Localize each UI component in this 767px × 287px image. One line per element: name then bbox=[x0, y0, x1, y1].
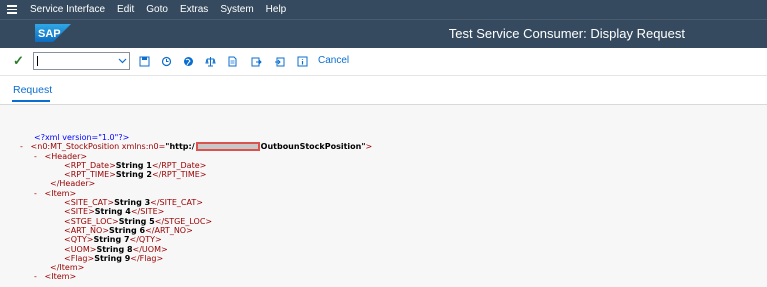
xml-line: <UOM>String 8</UOM> bbox=[20, 245, 372, 254]
tab-request[interactable]: Request bbox=[13, 84, 52, 96]
expand-toggle[interactable]: - bbox=[34, 189, 42, 198]
xml-line: <?xml version="1.0"?> bbox=[20, 133, 372, 142]
sap-logo-icon: SAP bbox=[35, 24, 71, 42]
xml-tag: </SITE_CAT> bbox=[150, 198, 203, 208]
xml-tag: </RPT_TIME> bbox=[151, 170, 207, 180]
xml-tag: </Flag> bbox=[130, 253, 164, 263]
xml-line: </Header> bbox=[20, 179, 372, 188]
xml-tag: <RPT_Date> bbox=[64, 160, 116, 170]
xml-line: <ART_NO>String 6</ART_NO> bbox=[20, 226, 372, 235]
xml-tag: </SITE> bbox=[130, 207, 165, 217]
xml-line: - <Item> bbox=[20, 189, 372, 198]
cancel-button[interactable]: Cancel bbox=[318, 55, 349, 67]
shell-header: SAP Test Service Consumer: Display Reque… bbox=[0, 19, 767, 48]
command-field[interactable] bbox=[33, 52, 130, 70]
xml-line: </Item> bbox=[20, 263, 372, 272]
xml-value: String 3 bbox=[114, 198, 151, 208]
xml-tag: </RPT_Date> bbox=[151, 160, 207, 170]
page-title: Test Service Consumer: Display Request bbox=[448, 26, 685, 41]
xml-root-open: <n0:MT_StockPosition xmlns:n0= bbox=[30, 142, 166, 152]
expand-toggle[interactable]: - bbox=[34, 152, 42, 161]
import-icon[interactable] bbox=[273, 55, 285, 67]
xml-tag: <SITE_CAT> bbox=[64, 198, 115, 208]
xml-line: <STGE_LOC>String 5</STGE_LOC> bbox=[20, 217, 372, 226]
xml-line: <QTY>String 7</QTY> bbox=[20, 235, 372, 244]
tab-request-indicator bbox=[12, 100, 50, 102]
xml-tag: </STGE_LOC> bbox=[154, 216, 213, 226]
xml-tag: </UOM> bbox=[132, 244, 168, 254]
refresh-icon[interactable] bbox=[160, 55, 172, 67]
xml-tag: <QTY> bbox=[64, 235, 94, 245]
xml-value: String 2 bbox=[115, 170, 152, 180]
xml-namespace-url-start: "http:/ bbox=[165, 142, 195, 152]
xml-value: String 1 bbox=[115, 160, 152, 170]
xml-tag: <SITE> bbox=[64, 207, 95, 217]
document-icon[interactable] bbox=[226, 55, 238, 67]
redacted-url-segment bbox=[195, 142, 260, 152]
xml-tag: </Header> bbox=[50, 179, 96, 189]
xml-tag: <Item> bbox=[44, 188, 77, 198]
menu-system[interactable]: System bbox=[214, 0, 259, 19]
xml-value: String 7 bbox=[93, 235, 130, 245]
xml-value: String 8 bbox=[96, 244, 133, 254]
expand-toggle[interactable]: - bbox=[20, 142, 28, 151]
menu-edit[interactable]: Edit bbox=[111, 0, 140, 19]
enter-checkmark-icon[interactable]: ✓ bbox=[13, 54, 27, 68]
command-input[interactable] bbox=[34, 53, 114, 69]
xml-document: <?xml version="1.0"?> - <n0:MT_StockPosi… bbox=[20, 133, 372, 282]
xml-tag: <ART_NO> bbox=[64, 225, 110, 235]
xml-tag: </QTY> bbox=[129, 235, 162, 245]
xml-value: String 9 bbox=[94, 253, 131, 263]
info-icon[interactable] bbox=[296, 55, 308, 67]
xml-tag: <Header> bbox=[44, 151, 88, 161]
menu-service-interface[interactable]: Service Interface bbox=[24, 0, 111, 19]
xml-line: <RPT_Date>String 1</RPT_Date> bbox=[20, 161, 372, 170]
menu-extras[interactable]: Extras bbox=[174, 0, 214, 19]
svg-text:SAP: SAP bbox=[38, 28, 61, 40]
tab-strip: Request bbox=[0, 76, 767, 104]
xml-tag: <Item> bbox=[44, 272, 77, 282]
save-icon[interactable] bbox=[138, 55, 150, 67]
xml-line: <SITE>String 4</SITE> bbox=[20, 207, 372, 216]
menu-help[interactable]: Help bbox=[260, 0, 293, 19]
xml-line: <RPT_TIME>String 2</RPT_TIME> bbox=[20, 170, 372, 179]
xml-root-bracket: > bbox=[365, 142, 373, 152]
menu-goto[interactable]: Goto bbox=[140, 0, 174, 19]
xml-line: <Flag>String 9</Flag> bbox=[20, 254, 372, 263]
hamburger-menu-icon[interactable] bbox=[0, 0, 24, 19]
export-icon[interactable] bbox=[250, 55, 262, 67]
xml-line: - <Header> bbox=[20, 152, 372, 161]
text-caret bbox=[37, 56, 38, 66]
xml-viewer: <?xml version="1.0"?> - <n0:MT_StockPosi… bbox=[0, 104, 767, 287]
xml-namespace-url-end: OutbounStockPosition" bbox=[260, 142, 366, 152]
chevron-down-icon[interactable] bbox=[115, 53, 129, 69]
xml-tag: <STGE_LOC> bbox=[64, 216, 119, 226]
toolbar: ✓ Cancel bbox=[0, 48, 767, 76]
expand-toggle[interactable]: - bbox=[34, 272, 42, 281]
xml-value: String 6 bbox=[109, 225, 146, 235]
menu-bar: Service Interface Edit Goto Extras Syste… bbox=[0, 0, 767, 19]
xml-line: <SITE_CAT>String 3</SITE_CAT> bbox=[20, 198, 372, 207]
globe-icon[interactable] bbox=[182, 55, 194, 67]
xml-tag: <Flag> bbox=[64, 253, 95, 263]
xml-tag: </Item> bbox=[50, 263, 85, 273]
xml-tag: <RPT_TIME> bbox=[64, 170, 116, 180]
xml-declaration: <?xml version="1.0"?> bbox=[34, 133, 130, 142]
xml-line: - <n0:MT_StockPosition xmlns:n0="http:/ O… bbox=[20, 142, 373, 152]
xml-tag: </ART_NO> bbox=[145, 225, 193, 235]
xml-tag: <UOM> bbox=[64, 244, 97, 254]
xml-value: String 4 bbox=[94, 207, 131, 217]
xml-line: - <Item> bbox=[20, 272, 372, 281]
balance-icon[interactable] bbox=[204, 55, 216, 67]
xml-value: String 5 bbox=[118, 216, 155, 226]
